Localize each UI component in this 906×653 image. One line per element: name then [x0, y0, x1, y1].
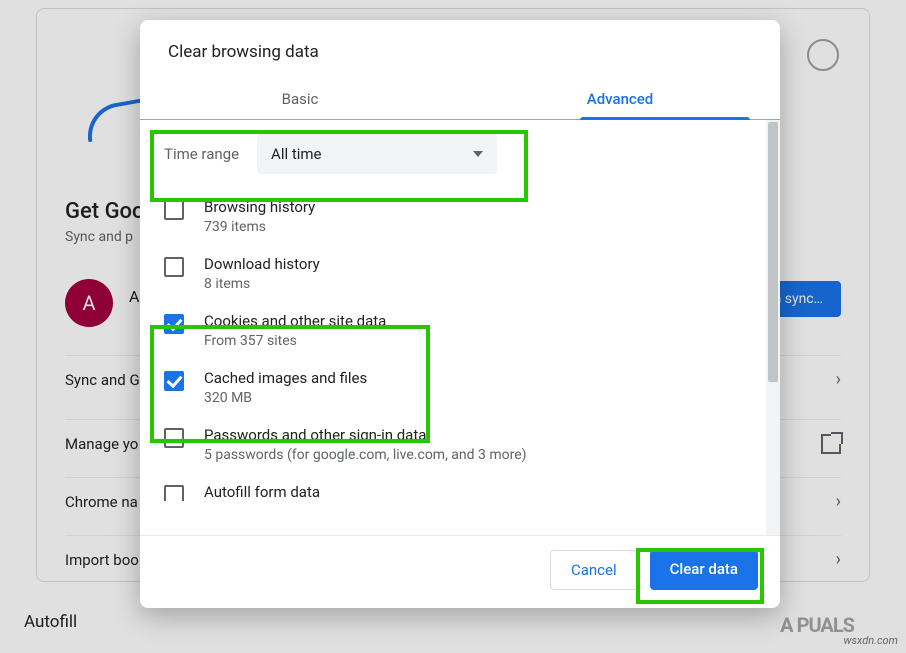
dialog-content: Time range All time Browsing history 739… [140, 120, 780, 535]
item-cached[interactable]: Cached images and files 320 MB [158, 359, 752, 416]
row-label: Import boo [65, 551, 139, 569]
item-label: Download history [204, 255, 320, 273]
time-range-value: All time [271, 145, 321, 163]
scroll-area: Time range All time Browsing history 739… [140, 120, 766, 535]
dialog-tabs: Basic Advanced [140, 78, 780, 120]
checkbox[interactable] [164, 314, 184, 334]
dialog-footer: Cancel Clear data [140, 535, 780, 608]
tab-basic[interactable]: Basic [140, 78, 460, 120]
item-label: Passwords and other sign-in data [204, 426, 527, 444]
item-detail: 320 MB [204, 390, 367, 406]
clear-data-button[interactable]: Clear data [650, 550, 758, 590]
external-link-icon [821, 434, 841, 454]
time-range-row: Time range All time [158, 120, 752, 188]
settings-heading: Get Goo [65, 199, 145, 224]
item-detail: From 357 sites [204, 333, 386, 349]
item-cookies[interactable]: Cookies and other site data From 357 sit… [158, 302, 752, 359]
chevron-down-icon [473, 151, 483, 157]
profile-circle-icon [807, 39, 839, 71]
item-label: Cached images and files [204, 369, 367, 387]
watermark-site: wsxdn.com [844, 634, 898, 647]
chevron-right-icon: › [836, 491, 841, 512]
item-download-history[interactable]: Download history 8 items [158, 245, 752, 302]
dialog-title: Clear browsing data [140, 20, 780, 78]
checkbox[interactable] [164, 428, 184, 448]
item-detail: 8 items [204, 276, 320, 292]
time-range-label: Time range [164, 145, 239, 163]
avatar[interactable]: A [65, 279, 113, 327]
checkbox[interactable] [164, 257, 184, 277]
item-detail: 5 passwords (for google.com, live.com, a… [204, 447, 527, 463]
item-label: Cookies and other site data [204, 312, 386, 330]
clear-browsing-data-dialog: Clear browsing data Basic Advanced Time … [140, 20, 780, 608]
row-label: Manage yo [65, 435, 138, 453]
autofill-section-label: Autofill [24, 612, 77, 632]
item-passwords[interactable]: Passwords and other sign-in data 5 passw… [158, 416, 752, 473]
chevron-right-icon: › [836, 549, 841, 570]
avatar-name: A [129, 287, 139, 306]
cancel-button[interactable]: Cancel [550, 550, 638, 590]
item-autofill[interactable]: Autofill form data [158, 473, 752, 501]
scrollbar-thumb[interactable] [768, 122, 778, 382]
chevron-right-icon: › [836, 369, 841, 390]
item-label: Browsing history [204, 198, 315, 216]
checkbox[interactable] [164, 485, 184, 501]
scrollbar[interactable] [766, 120, 780, 535]
checkbox[interactable] [164, 200, 184, 220]
item-detail: 739 items [204, 219, 315, 235]
settings-subhead: Sync and p [65, 229, 133, 245]
tab-advanced[interactable]: Advanced [460, 78, 780, 120]
row-label: Sync and G [65, 371, 140, 389]
row-label: Chrome na [65, 493, 138, 511]
item-label: Autofill form data [204, 483, 320, 501]
checkbox[interactable] [164, 371, 184, 391]
time-range-select[interactable]: All time [257, 134, 497, 174]
item-browsing-history[interactable]: Browsing history 739 items [158, 188, 752, 245]
